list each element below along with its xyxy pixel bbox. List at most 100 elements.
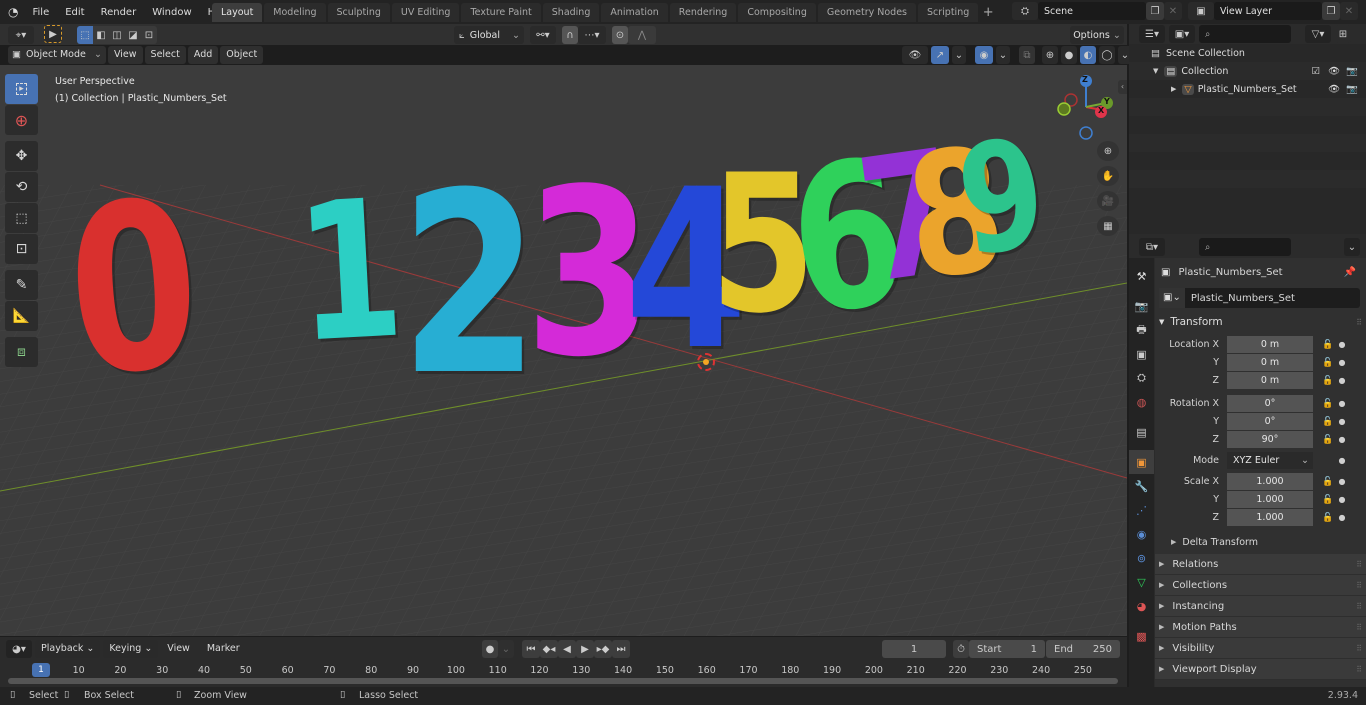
- output-tab-icon[interactable]: 🖶: [1129, 318, 1154, 342]
- keyframe-dot[interactable]: ●: [1337, 417, 1347, 426]
- keyframe-dot[interactable]: ●: [1337, 435, 1347, 444]
- workspace-tab-sculpting[interactable]: Sculpting: [327, 3, 390, 22]
- panel-motion-paths[interactable]: ▶ Motion Paths ⠿: [1155, 617, 1366, 638]
- keyframe-dot[interactable]: ●: [1337, 399, 1347, 408]
- zoom-icon[interactable]: ⊕: [1097, 141, 1119, 161]
- digit-8[interactable]: 8: [899, 111, 1014, 318]
- keying-dropdown[interactable]: Keying ⌄: [103, 640, 159, 658]
- workspace-tab-layout[interactable]: Layout: [212, 3, 263, 22]
- exclude-checkbox[interactable]: ☑: [1311, 66, 1320, 77]
- menu-window[interactable]: Window: [144, 7, 199, 18]
- camera-icon[interactable]: 🎥: [1097, 191, 1119, 211]
- digit-3[interactable]: 3: [525, 160, 653, 390]
- drag-handle-icon[interactable]: ⠿: [1356, 623, 1362, 632]
- mode-subtract-icon[interactable]: ◫: [109, 26, 125, 44]
- add-cube-tool[interactable]: ⧈: [5, 337, 38, 367]
- location-y-field[interactable]: 0 m: [1227, 354, 1313, 371]
- lock-icon[interactable]: 🔓: [1319, 399, 1337, 409]
- mode-invert-icon[interactable]: ◪: [125, 26, 141, 44]
- lock-icon[interactable]: 🔓: [1319, 417, 1337, 427]
- digit-2[interactable]: 2: [400, 160, 539, 410]
- transform-panel-header[interactable]: ▼ Transform ⠿: [1155, 312, 1366, 332]
- digit-7[interactable]: 7: [848, 113, 969, 322]
- pin-icon[interactable]: 📌: [1344, 267, 1356, 278]
- duplicate-view-layer-icon[interactable]: ❐: [1322, 2, 1340, 20]
- workspace-tab-rendering[interactable]: Rendering: [669, 3, 737, 22]
- workspace-tab-compositing[interactable]: Compositing: [738, 3, 816, 22]
- play-icon[interactable]: ▶: [576, 640, 594, 658]
- rotation-mode-dropdown[interactable]: XYZ Euler ⌄: [1227, 452, 1313, 469]
- chevron-down-icon[interactable]: ⌄: [952, 46, 966, 64]
- navigation-gizmo[interactable]: Z Y X: [1050, 72, 1120, 142]
- material-shading-icon[interactable]: ◐: [1080, 46, 1096, 64]
- ortho-grid-icon[interactable]: ▦: [1097, 216, 1119, 236]
- next-keyframe-icon[interactable]: ▸◆: [594, 640, 612, 658]
- drag-handle-icon[interactable]: ⠿: [1356, 318, 1362, 327]
- gizmo-toggle-icon[interactable]: ↗: [931, 46, 949, 64]
- keyframe-dot[interactable]: ●: [1337, 513, 1347, 522]
- mode-dropdown[interactable]: ▣ Object Mode ⌄: [8, 46, 106, 64]
- 3d-cursor[interactable]: [697, 353, 715, 371]
- mode-intersect-icon[interactable]: ⊡: [141, 26, 157, 44]
- workspace-tab-modeling[interactable]: Modeling: [264, 3, 326, 22]
- properties-search-input[interactable]: ⌕: [1199, 238, 1291, 256]
- add-workspace-button[interactable]: +: [980, 3, 996, 22]
- solid-shading-icon[interactable]: ●: [1061, 46, 1077, 64]
- filter-icon[interactable]: ▽▾: [1305, 25, 1331, 43]
- overlay-toggle-icon[interactable]: ◉: [975, 46, 993, 64]
- drag-handle-icon[interactable]: ⠿: [1356, 644, 1362, 653]
- prev-keyframe-icon[interactable]: ◆◂: [540, 640, 558, 658]
- camera-render-icon[interactable]: 📷: [1346, 66, 1358, 77]
- viewport-menu-add[interactable]: Add: [187, 46, 219, 64]
- digit-9[interactable]: 9: [948, 106, 1055, 290]
- options-dropdown[interactable]: Options ⌄: [1070, 26, 1124, 44]
- world-tab-icon[interactable]: ◍: [1129, 390, 1154, 414]
- proportional-edit-icon[interactable]: ⊙: [612, 26, 628, 44]
- drag-handle-icon[interactable]: ⠿: [1356, 665, 1362, 674]
- panel-instancing[interactable]: ▶ Instancing ⠿: [1155, 596, 1366, 617]
- workspace-tab-uv-editing[interactable]: UV Editing: [391, 3, 460, 22]
- scale-tool[interactable]: ⬚: [5, 203, 38, 233]
- rendered-shading-icon[interactable]: ◯: [1099, 46, 1115, 64]
- location-x-field[interactable]: 0 m: [1227, 336, 1313, 353]
- physics-tab-icon[interactable]: ◉: [1129, 522, 1154, 546]
- viewport-menu-select[interactable]: Select: [144, 46, 186, 64]
- location-z-field[interactable]: 0 m: [1227, 372, 1313, 389]
- rotation-x-field[interactable]: 0°: [1227, 395, 1313, 412]
- keyframe-dot[interactable]: ●: [1337, 340, 1347, 349]
- drag-handle-icon[interactable]: ⠿: [1356, 581, 1362, 590]
- duplicate-scene-icon[interactable]: ❐: [1146, 2, 1164, 20]
- sidebar-toggle-icon[interactable]: ‹: [1118, 80, 1127, 94]
- outliner-scene-collection[interactable]: ▤ Scene Collection: [1129, 44, 1366, 62]
- menu-file[interactable]: File: [24, 7, 57, 18]
- keyframe-dot[interactable]: ●: [1337, 376, 1347, 385]
- viewport-menu-object[interactable]: Object: [220, 46, 264, 64]
- view-layer-icon[interactable]: ▣: [1188, 2, 1214, 20]
- timeline-scrollbar[interactable]: [8, 678, 1118, 684]
- digit-4[interactable]: 4: [625, 160, 747, 380]
- particles-tab-icon[interactable]: ⋰: [1129, 498, 1154, 522]
- lock-icon[interactable]: 🔓: [1319, 477, 1337, 487]
- current-frame-field[interactable]: 1: [882, 640, 946, 658]
- properties-editor-type-icon[interactable]: ⧉▾: [1139, 238, 1165, 256]
- view-layer-tab-icon[interactable]: ▣: [1129, 342, 1154, 366]
- keyframe-dot[interactable]: ●: [1337, 456, 1347, 465]
- jump-end-icon[interactable]: ⏭: [612, 640, 630, 658]
- pan-hand-icon[interactable]: ✋: [1097, 166, 1119, 186]
- annotate-tool[interactable]: ✎: [5, 270, 38, 300]
- snap-toggle-icon[interactable]: ∩: [562, 26, 578, 44]
- workspace-tab-shading[interactable]: Shading: [542, 3, 600, 22]
- digit-6[interactable]: 6: [780, 116, 915, 359]
- measure-tool[interactable]: 📐: [5, 301, 38, 331]
- camera-render-icon[interactable]: 📷: [1346, 84, 1358, 95]
- transform-tool[interactable]: ⊡: [5, 234, 38, 264]
- constraints-tab-icon[interactable]: ⊚: [1129, 546, 1154, 570]
- end-frame-field[interactable]: End 250: [1046, 640, 1120, 658]
- delete-view-layer-icon[interactable]: ✕: [1340, 2, 1358, 20]
- digit-0[interactable]: 0: [61, 152, 207, 427]
- keyframe-dot[interactable]: ●: [1337, 477, 1347, 486]
- transform-orientation-dropdown[interactable]: ⟀ Global ⌄: [454, 26, 524, 44]
- menu-render[interactable]: Render: [93, 7, 145, 18]
- 3d-viewport[interactable]: 0123456789: [0, 65, 1127, 636]
- scene-tab-icon[interactable]: ⛭: [1129, 366, 1154, 390]
